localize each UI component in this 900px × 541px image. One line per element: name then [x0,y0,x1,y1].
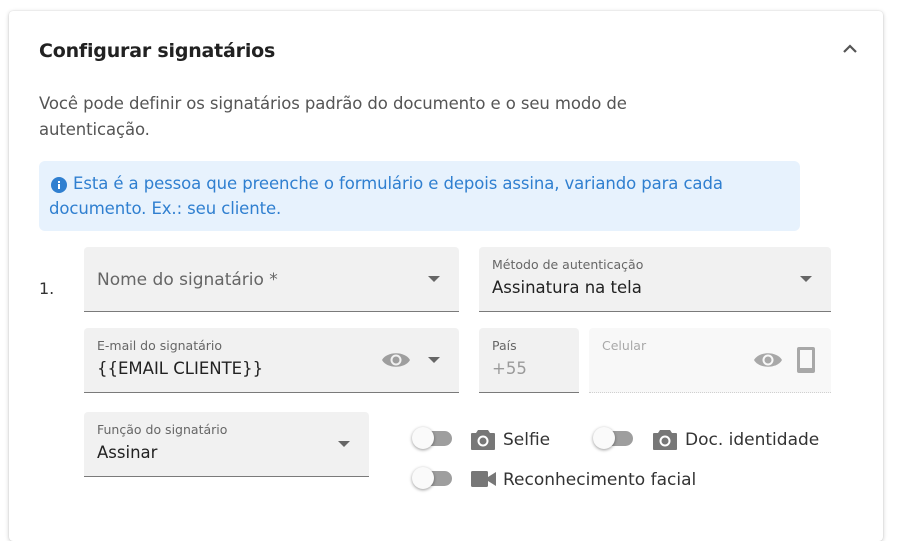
phone-label: Celular [602,338,647,353]
selfie-toggle[interactable] [411,426,457,452]
section-description: Você pode definir os signatários padrão … [39,94,627,139]
chevron-down-icon[interactable] [800,276,812,282]
camera-icon [471,430,495,450]
auth-method-select[interactable]: Método de autenticação Assinatura na tel… [479,247,831,312]
id-document-label: Doc. identidade [685,430,820,450]
signer-role-select[interactable]: Função do signatário Assinar [84,412,369,477]
country-code-field[interactable]: País +55 [479,328,579,393]
chevron-down-icon[interactable] [428,276,440,282]
facial-recognition-toggle[interactable] [411,466,457,492]
email-label: E-mail do signatário [97,338,223,353]
chevron-up-icon [843,44,857,53]
facial-recognition-label: Reconhecimento facial [503,470,697,490]
auth-method-value: Assinatura na tela [492,278,642,297]
auth-method-label: Método de autenticação [492,257,644,272]
signers-config-card: Configurar signatários Você pode definir… [9,11,883,541]
email-field[interactable]: E-mail do signatário {{EMAIL CLIENTE}} [84,328,459,393]
signer-index: 1. [39,279,55,298]
country-label: País [492,338,517,353]
videocam-icon [471,471,496,487]
smartphone-icon [797,347,815,373]
eye-icon[interactable] [381,349,411,371]
collapse-button[interactable] [838,37,862,61]
country-value: +55 [492,359,527,378]
id-document-toggle[interactable] [592,426,638,452]
selfie-label: Selfie [503,430,551,450]
phone-field[interactable]: Celular [589,328,831,393]
email-value: {{EMAIL CLIENTE}} [97,359,264,378]
role-value: Assinar [97,443,158,462]
chevron-down-icon[interactable] [428,357,440,363]
info-text: Esta é a pessoa que preenche o formulári… [49,174,723,218]
chevron-down-icon[interactable] [338,441,350,447]
eye-icon[interactable] [753,349,783,371]
signer-name-select[interactable]: Nome do signatário * [84,247,459,312]
role-label: Função do signatário [97,422,228,437]
section-title: Configurar signatários [39,40,276,62]
camera-icon [653,430,677,450]
info-banner: Esta é a pessoa que preenche o formulári… [39,161,800,231]
signer-name-placeholder: Nome do signatário * [97,270,278,290]
